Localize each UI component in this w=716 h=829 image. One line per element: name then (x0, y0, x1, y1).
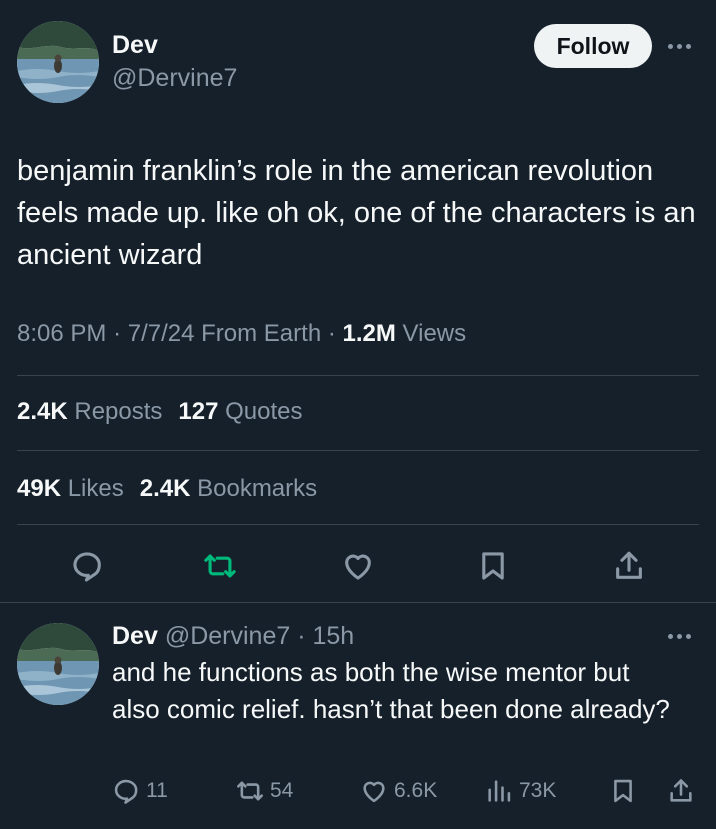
reposts-label: Reposts (74, 398, 163, 425)
reposts-link[interactable]: 2.4K Reposts (17, 398, 162, 425)
reply-header: Dev @Dervine7 · 15h (112, 622, 355, 650)
reply-reply-button[interactable]: 11 (112, 776, 168, 806)
tweet-text: benjamin franklin’s role in the american… (17, 155, 696, 271)
reply-author-handle[interactable]: @Dervine7 (165, 622, 290, 650)
divider (17, 450, 699, 451)
repost-stats: 2.4K Reposts 127 Quotes (17, 398, 303, 426)
share-icon (670, 779, 692, 802)
reply-reposts-count: 54 (270, 779, 294, 802)
repost-icon (237, 781, 263, 801)
reply-replies-count: 11 (146, 779, 168, 802)
reply-avatar[interactable] (17, 623, 99, 705)
reply-icon (114, 779, 138, 804)
avatar[interactable] (17, 21, 99, 103)
share-button[interactable] (609, 546, 649, 586)
author-name[interactable]: Dev (112, 31, 158, 60)
avatar-image (17, 21, 99, 103)
author-handle[interactable]: @Dervine7 (112, 64, 237, 93)
bookmarks-count: 2.4K (139, 475, 191, 502)
avatar-image (17, 623, 99, 705)
divider (0, 602, 716, 603)
views-count: 1.2M (342, 320, 396, 347)
reposts-count: 2.4K (17, 398, 68, 425)
repost-icon (204, 554, 236, 578)
likes-label: Likes (67, 475, 124, 502)
reply-icon (73, 552, 101, 582)
reply-age[interactable]: 15h (312, 622, 354, 650)
reply-like-button[interactable]: 6.6K (360, 776, 437, 806)
likes-link[interactable]: 49K Likes (17, 475, 124, 502)
reply-views-count: 73K (519, 779, 557, 802)
bookmark-button[interactable] (473, 546, 513, 586)
quotes-count: 127 (178, 398, 219, 425)
reply-likes-count: 6.6K (394, 779, 438, 802)
follow-button[interactable]: Follow (534, 24, 652, 68)
share-icon (616, 551, 642, 579)
more-options-icon[interactable] (668, 44, 691, 49)
reply-more-options-icon[interactable] (668, 634, 691, 639)
bookmark-icon (614, 779, 632, 803)
like-icon (345, 554, 371, 580)
reply-bookmark-button[interactable] (609, 776, 637, 806)
like-stats: 49K Likes 2.4K Bookmarks (17, 475, 317, 503)
divider (17, 375, 699, 376)
bookmarks-label: Bookmarks (197, 475, 318, 502)
like-button[interactable] (338, 546, 378, 586)
quotes-label: Quotes (225, 398, 303, 425)
tweet-meta: 8:06 PM · 7/7/24 From Earth · 1.2M Views (17, 320, 467, 347)
reply-share-button[interactable] (667, 776, 695, 806)
reply-text: and he functions as both the wise mentor… (112, 657, 670, 724)
reply-button[interactable] (67, 546, 107, 586)
repost-button[interactable] (200, 546, 240, 586)
bookmarks-link[interactable]: 2.4K Bookmarks (140, 475, 317, 502)
views-label: Views (402, 320, 467, 347)
like-icon (363, 781, 385, 803)
tweet-time[interactable]: 8:06 PM (17, 320, 106, 347)
tweet-date[interactable]: 7/7/24 (128, 320, 195, 347)
bookmark-icon (482, 552, 504, 580)
divider (17, 524, 699, 525)
quotes-link[interactable]: 127 Quotes (178, 398, 302, 425)
reply-repost-button[interactable]: 54 (236, 776, 293, 806)
tweet-source: From Earth (201, 320, 322, 347)
likes-count: 49K (17, 475, 62, 502)
reply-author-name[interactable]: Dev (112, 622, 158, 650)
views-chart-icon (488, 780, 511, 802)
reply-views-button[interactable]: 73K (485, 776, 556, 806)
